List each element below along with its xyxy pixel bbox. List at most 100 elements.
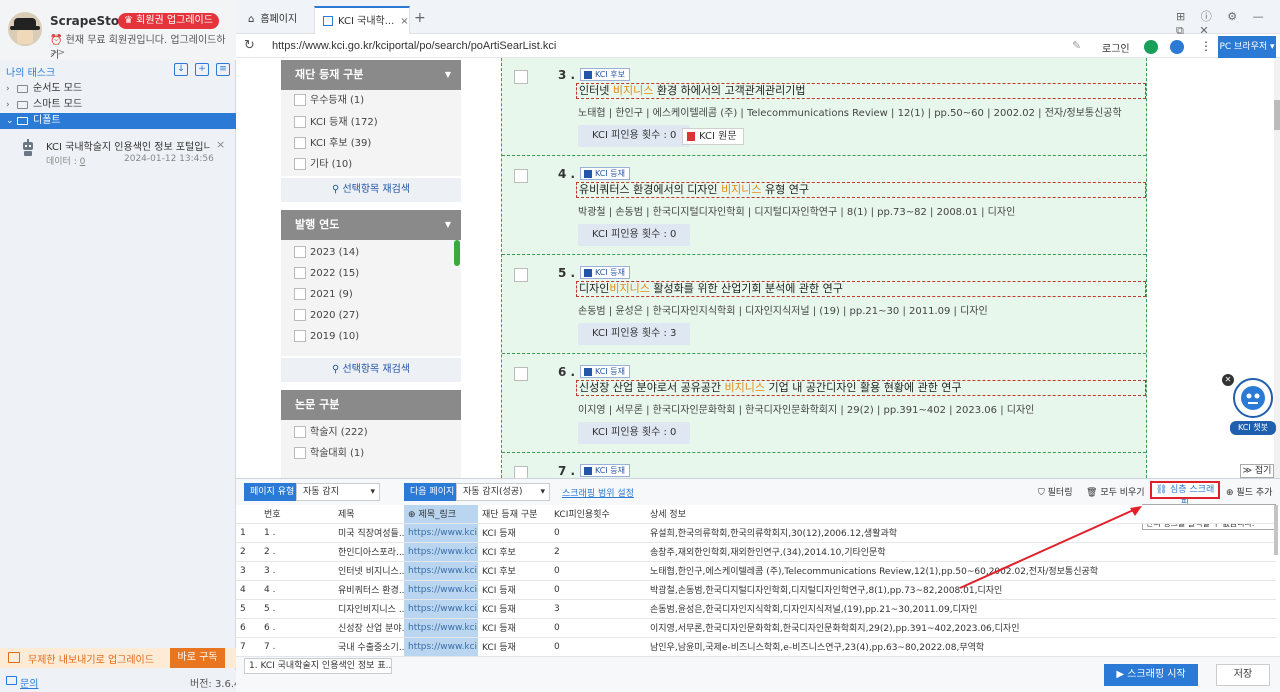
column-header-link[interactable]: ⊕ 제목_링크 xyxy=(404,505,478,524)
facet-option[interactable]: 학술지 (222) xyxy=(294,426,368,442)
column-header[interactable]: 번호 xyxy=(260,505,334,524)
table-row[interactable]: 77 .국내 수출중소기...https://www.kci....KCI 등재… xyxy=(236,637,1276,657)
accessibility-icon[interactable] xyxy=(1170,40,1184,54)
table-cell-link[interactable]: https://www.kci.... xyxy=(404,561,478,581)
result-title-link[interactable]: 신성장 산업 분야로서 공유공간 비지니스 기업 내 공간디자인 활용 현황에 … xyxy=(576,380,1146,396)
facet-paper-type-header[interactable]: 논문 구분 xyxy=(281,390,461,420)
facet-option[interactable]: 학술대회 (1) xyxy=(294,447,364,463)
tree-item-default[interactable]: ⌄ 디폴트 xyxy=(0,113,236,129)
facet-option[interactable]: 2023 (14) xyxy=(294,246,359,262)
table-cell-link[interactable]: https://www.kci.... xyxy=(404,599,478,619)
facet-option[interactable]: 기타 (10) xyxy=(294,158,352,174)
tab-kci[interactable]: KCI 국내학... × xyxy=(314,6,410,34)
clear-all-button[interactable]: 🗑 모두 비우기 xyxy=(1086,485,1145,498)
task-tab[interactable]: 1. KCI 국내학술지 인용색인 정보 표... xyxy=(244,658,392,674)
login-link[interactable]: 로그인 xyxy=(1102,40,1130,55)
page-scroll-thumb[interactable] xyxy=(1274,100,1280,130)
membership-status[interactable]: ⏰ 현재 무료 회원권입니다. 업그레이드하기 xyxy=(50,31,230,61)
facet-scrollbar[interactable] xyxy=(454,240,460,266)
checkbox[interactable] xyxy=(514,367,528,381)
subscribe-button[interactable]: 바로 구독 xyxy=(170,648,225,668)
facet-option[interactable]: 2020 (27) xyxy=(294,309,359,325)
task-title[interactable]: KCI 국내학술지 인용색인 정보 포털입니다.-... xyxy=(46,138,210,153)
facet-year-header[interactable]: 발행 연도 ▼ xyxy=(281,210,461,240)
column-header[interactable]: KCI피인용횟수 xyxy=(550,505,646,524)
tree-item-flowchart-mode[interactable]: › 순서도 모드 xyxy=(0,81,236,97)
close-tab-icon[interactable]: × xyxy=(400,16,408,27)
table-cell-link[interactable]: https://www.kci.... xyxy=(404,580,478,600)
deep-scrape-button[interactable]: ⛓ 심층 스크래핑 xyxy=(1150,481,1220,509)
tab-home[interactable]: ⌂ 홈페이지 xyxy=(240,6,312,34)
column-header[interactable]: 제목 xyxy=(334,505,404,524)
more-menu-icon[interactable]: ⋮ xyxy=(1200,39,1212,53)
checkbox[interactable] xyxy=(294,330,306,342)
checkbox[interactable] xyxy=(294,246,306,258)
promo-text[interactable]: 무제한 내보내기로 업그레이드 xyxy=(28,651,154,666)
table-scrollbar[interactable] xyxy=(1274,505,1278,555)
url-input[interactable] xyxy=(264,37,1094,55)
facet-option[interactable]: 2021 (9) xyxy=(294,288,353,304)
citation-count-button[interactable]: KCI 피인용 횟수 : 0 xyxy=(578,224,691,246)
edit-icon[interactable]: ✎ xyxy=(1072,39,1081,52)
next-page-select[interactable]: 자동 감지(성공) ▾ xyxy=(456,483,550,501)
research-button[interactable]: ⚲ 선택항목 재검색 xyxy=(281,178,461,202)
checkbox[interactable] xyxy=(514,268,528,282)
checkbox[interactable] xyxy=(294,94,306,106)
facet-option[interactable]: 2022 (15) xyxy=(294,267,359,283)
checkbox[interactable] xyxy=(294,288,306,300)
tree-item-smart-mode[interactable]: › 스마트 모드 xyxy=(0,97,236,113)
column-header[interactable]: 재단 등재 구분 xyxy=(478,505,550,524)
save-button[interactable]: 저장 xyxy=(1216,664,1270,686)
table-cell-link[interactable]: https://www.kci.... xyxy=(404,637,478,657)
facet-option[interactable]: 우수등재 (1) xyxy=(294,94,364,110)
checkbox[interactable] xyxy=(294,426,306,438)
facet-option[interactable]: KCI 등재 (172) xyxy=(294,116,378,132)
checkbox[interactable] xyxy=(514,70,528,84)
import-task-icon[interactable]: ↓ xyxy=(174,63,188,76)
new-tab-button[interactable]: + xyxy=(414,10,426,26)
research-button[interactable]: ⚲ 선택항목 재검색 xyxy=(281,358,461,382)
new-task-icon[interactable]: + xyxy=(195,63,209,76)
reload-icon[interactable]: ↻ xyxy=(244,38,255,53)
add-field-button[interactable]: ⊕ 필드 추가 xyxy=(1226,485,1272,498)
kci-original-button[interactable]: KCI 원문 xyxy=(682,128,744,145)
task-data-value[interactable]: 0 xyxy=(80,157,86,167)
inquiry-link[interactable]: 문의 xyxy=(20,675,38,690)
start-scraping-button[interactable]: ▶ 스크래핑 시작 xyxy=(1104,664,1198,686)
checkbox[interactable] xyxy=(514,169,528,183)
facet-option[interactable]: 2019 (10) xyxy=(294,330,359,346)
table-row[interactable]: 66 .신성장 산업 분야...https://www.kci....KCI 등… xyxy=(236,618,1276,638)
scrape-range-link[interactable]: 스크래핑 범위 설정 xyxy=(562,486,634,499)
table-cell-link[interactable]: https://www.kci.... xyxy=(404,542,478,562)
checkbox[interactable] xyxy=(514,466,528,478)
extension-icon[interactable] xyxy=(1144,40,1158,54)
checkbox[interactable] xyxy=(294,267,306,279)
table-cell-link[interactable]: https://www.kci.... xyxy=(404,618,478,638)
checkbox[interactable] xyxy=(294,158,306,170)
facet-registration-header[interactable]: 재단 등재 구분 ▼ xyxy=(281,60,461,90)
checkbox[interactable] xyxy=(294,116,306,128)
citation-count-button[interactable]: KCI 피인용 횟수 : 0 xyxy=(578,125,691,147)
avatar[interactable] xyxy=(8,12,42,46)
checkbox[interactable] xyxy=(294,447,306,459)
facet-option[interactable]: KCI 후보 (39) xyxy=(294,137,371,153)
result-title-link[interactable]: 인터넷 비지니스 환경 하에서의 고객관계관리기법 xyxy=(576,83,1146,99)
mail-icon[interactable] xyxy=(6,676,17,685)
page-type-select[interactable]: 자동 감지 ▾ xyxy=(296,483,380,501)
result-title-link[interactable]: 유비쿼터스 환경에서의 디자인 비지니스 유형 연구 xyxy=(576,182,1146,198)
citation-count-button[interactable]: KCI 피인용 횟수 : 0 xyxy=(578,422,691,444)
membership-more-link[interactable]: >> xyxy=(50,48,65,58)
chatbot-button[interactable]: KCI 챗봇 xyxy=(1230,378,1276,435)
result-title-link[interactable]: 디자인비지니스 활성화를 위한 산업기회 분석에 관한 연구 xyxy=(576,281,1146,297)
pc-browser-button[interactable]: PC 브라우저 ▾ xyxy=(1218,36,1276,58)
checkbox[interactable] xyxy=(294,137,306,149)
citation-count-button[interactable]: KCI 피인용 횟수 : 3 xyxy=(578,323,691,345)
filter-button[interactable]: ⛉ 필터링 xyxy=(1038,485,1072,498)
task-list-icon[interactable]: ≡ xyxy=(216,63,230,76)
close-icon[interactable]: × xyxy=(216,138,225,151)
upgrade-membership-button[interactable]: ♛ 회원권 업그레이드 xyxy=(118,13,219,29)
collapse-button[interactable]: ≫ 접기 xyxy=(1240,464,1274,478)
table-row[interactable]: 55 .디자인비지니스 ...https://www.kci....KCI 등재… xyxy=(236,599,1276,619)
checkbox[interactable] xyxy=(294,309,306,321)
table-cell-link[interactable]: https://www.kci.... xyxy=(404,523,478,543)
